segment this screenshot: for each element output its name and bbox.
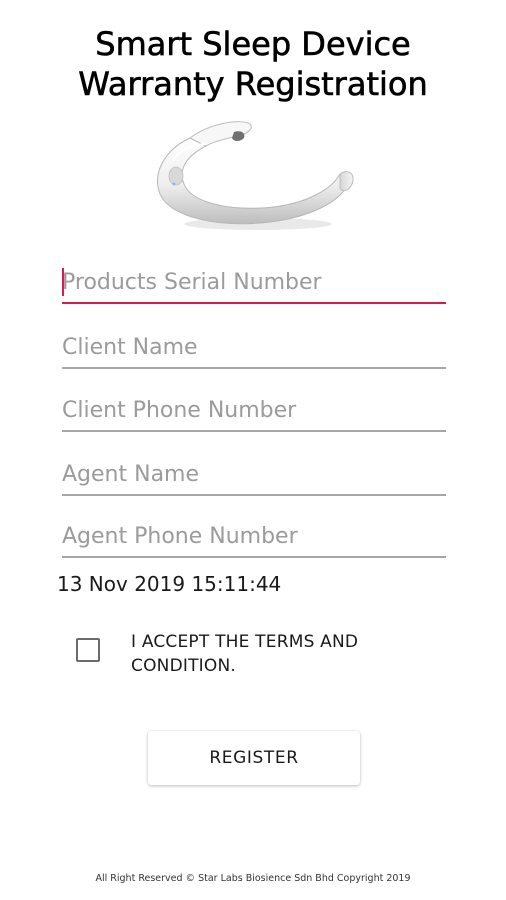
- terms-label[interactable]: I ACCEPT THE TERMS AND CONDITION.: [131, 630, 391, 678]
- agent-name-field[interactable]: [62, 454, 446, 496]
- terms-checkbox[interactable]: [76, 638, 100, 662]
- registration-timestamp: 13 Nov 2019 15:11:44: [57, 572, 282, 596]
- footer-copyright: All Right Reserved © Star Labs Biosience…: [95, 873, 411, 884]
- client-name-input[interactable]: [62, 327, 446, 367]
- client-phone-field[interactable]: [62, 390, 446, 432]
- text-cursor: [62, 268, 64, 296]
- title-line-1: Smart Sleep Device: [95, 25, 411, 64]
- agent-name-input[interactable]: [62, 454, 446, 494]
- title-line-2: Warranty Registration: [78, 65, 428, 104]
- page-title: Smart Sleep Device Warranty Registration: [0, 24, 506, 104]
- client-phone-input[interactable]: [62, 390, 446, 430]
- serial-number-field[interactable]: [62, 262, 446, 304]
- agent-phone-field[interactable]: [62, 516, 446, 558]
- serial-number-input[interactable]: [62, 262, 446, 302]
- sleep-headband-device-image: [157, 121, 354, 230]
- client-name-field[interactable]: [62, 327, 446, 369]
- agent-phone-input[interactable]: [62, 516, 446, 556]
- register-button[interactable]: REGISTER: [148, 731, 360, 785]
